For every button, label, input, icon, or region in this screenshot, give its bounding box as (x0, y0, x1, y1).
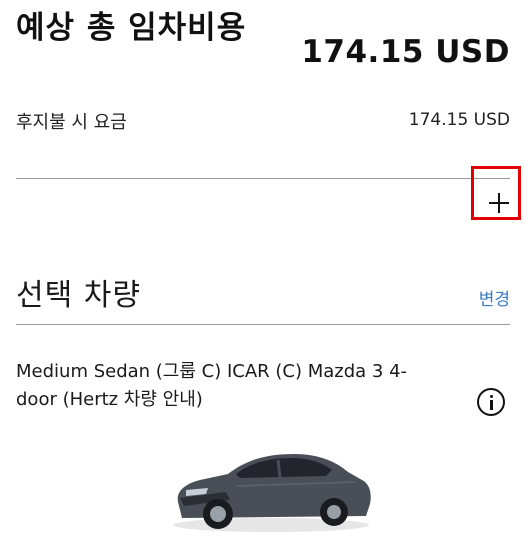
pay-later-amount: 174.15 USD (408, 110, 510, 130)
pay-later-label: 후지불 시 요금 (16, 112, 127, 133)
divider (16, 324, 510, 325)
vehicle-description: Medium Sedan (그룹 C) ICAR (C) Mazda 3 4-d… (16, 361, 408, 410)
change-vehicle-link[interactable]: 변경 (479, 285, 510, 310)
vehicle-info-button[interactable] (477, 388, 505, 416)
estimated-total-row: 예상 총 임차비용 174.15 USD (16, 6, 510, 98)
pay-later-row: 후지불 시 요금 174.15 USD (16, 108, 510, 136)
info-icon (489, 395, 493, 398)
estimated-total-amount: 174.15 USD (301, 34, 510, 70)
divider (16, 178, 510, 179)
selected-vehicle-title: 선택 차량 (16, 278, 141, 313)
car-image (173, 454, 371, 532)
expand-details-button[interactable] (471, 166, 521, 220)
estimated-total-label: 예상 총 임차비용 (16, 10, 247, 46)
